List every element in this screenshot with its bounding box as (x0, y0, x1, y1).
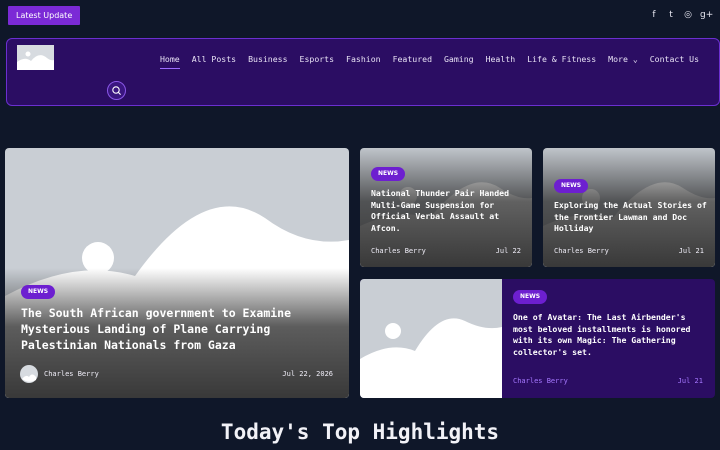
card-date: Jul 21 (678, 247, 704, 255)
featured-card-2[interactable]: NEWS National Thunder Pair Handed Multi-… (360, 148, 532, 267)
featured-card-main[interactable]: NEWS The South African government to Exa… (5, 148, 349, 398)
nav-contact-us[interactable]: Contact Us (650, 53, 699, 67)
nav-life-fitness[interactable]: Life & Fitness (527, 53, 596, 67)
nav-gaming[interactable]: Gaming (444, 53, 474, 67)
category-badge[interactable]: NEWS (554, 179, 589, 193)
category-badge[interactable]: NEWS (21, 285, 56, 299)
nav-business[interactable]: Business (248, 53, 287, 67)
nav-more[interactable]: More ⌄ (608, 53, 638, 67)
card-title[interactable]: National Thunder Pair Handed Multi-Game … (371, 188, 523, 234)
card-author[interactable]: Charles Berry (371, 247, 426, 255)
latest-update-button[interactable]: Latest Update (8, 6, 81, 25)
nav-all-posts[interactable]: All Posts (192, 53, 236, 67)
card-author[interactable]: Charles Berry (513, 377, 568, 385)
image-placeholder (360, 279, 502, 398)
section-title: Today's Top Highlights (220, 420, 500, 444)
search-icon (112, 86, 121, 95)
search-button[interactable] (107, 81, 126, 100)
author-avatar (20, 365, 38, 383)
facebook-icon[interactable]: f (649, 9, 659, 21)
featured-card-4[interactable]: NEWS One of Avatar: The Last Airbender's… (360, 279, 715, 398)
nav-fashion[interactable]: Fashion (346, 53, 381, 67)
category-badge[interactable]: NEWS (513, 290, 548, 304)
card-title[interactable]: One of Avatar: The Last Airbender's most… (513, 312, 708, 358)
nav-featured[interactable]: Featured (393, 53, 432, 67)
logo-placeholder-icon (17, 45, 54, 70)
card-author[interactable]: Charles Berry (44, 370, 99, 378)
site-header: Home All Posts Business Esports Fashion … (6, 38, 720, 106)
nav-health[interactable]: Health (486, 53, 516, 67)
site-logo[interactable] (17, 45, 54, 70)
social-links: f t ◎ g+ (649, 9, 713, 21)
google-plus-icon[interactable]: g+ (700, 9, 713, 21)
twitter-icon[interactable]: t (666, 9, 676, 21)
top-bar: Latest Update f t ◎ g+ (0, 0, 720, 32)
main-nav: Home All Posts Business Esports Fashion … (160, 53, 711, 69)
nav-esports[interactable]: Esports (300, 53, 335, 67)
card-title[interactable]: Exploring the Actual Stories of the Fron… (554, 200, 709, 235)
nav-home[interactable]: Home (160, 53, 180, 69)
card-date: Jul 21 (677, 377, 703, 385)
category-badge[interactable]: NEWS (371, 167, 406, 181)
card-author[interactable]: Charles Berry (554, 247, 609, 255)
card-date: Jul 22 (495, 247, 521, 255)
instagram-icon[interactable]: ◎ (683, 9, 693, 21)
card-title[interactable]: The South African government to Examine … (21, 305, 331, 353)
featured-card-3[interactable]: NEWS Exploring the Actual Stories of the… (543, 148, 715, 267)
card-date: Jul 22, 2026 (282, 370, 333, 378)
